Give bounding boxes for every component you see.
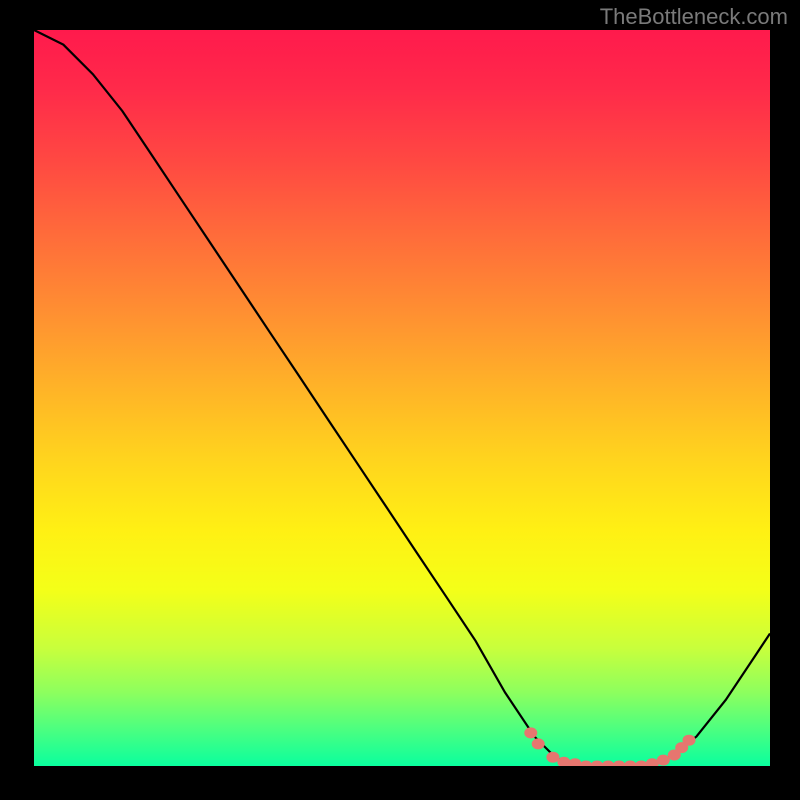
marker-dot [580,761,593,767]
watermark-text: TheBottleneck.com [600,4,788,30]
chart-plot-area [34,30,770,766]
marker-dot [602,761,615,767]
marker-dot [557,757,570,766]
marker-dot [613,761,626,767]
marker-dot [532,738,545,749]
marker-dot [624,761,637,767]
marker-dot [524,727,537,738]
marker-dot [683,735,696,746]
marker-group [524,727,695,766]
marker-dot [657,755,670,766]
chart-svg [34,30,770,766]
marker-dot [546,752,559,763]
marker-dot [646,758,659,766]
marker-dot [569,758,582,766]
bottleneck-curve-line [34,30,770,766]
marker-dot [591,761,604,767]
